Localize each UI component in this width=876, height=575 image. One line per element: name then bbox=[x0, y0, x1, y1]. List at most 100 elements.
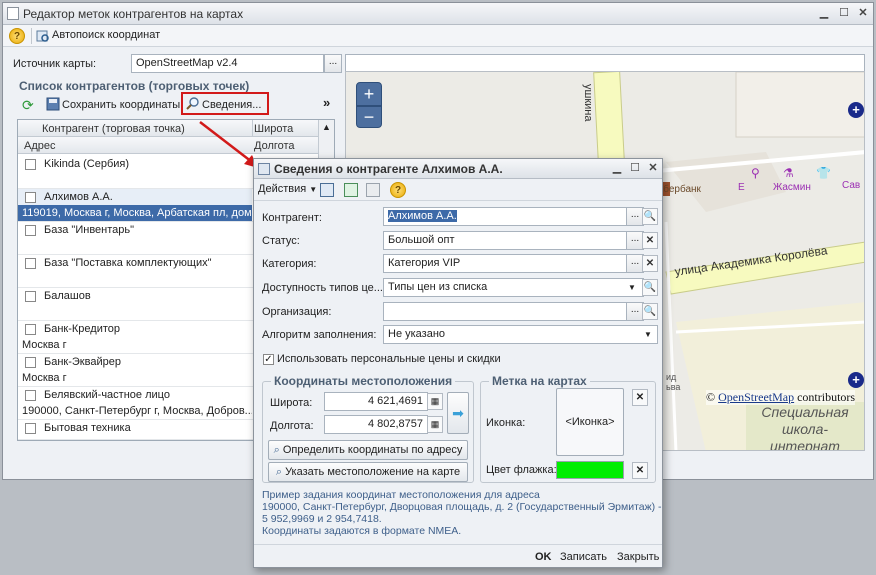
info-label[interactable]: Сведения... bbox=[202, 99, 261, 111]
zoom-in-button[interactable]: + bbox=[356, 82, 382, 106]
layer-switcher-icon[interactable]: + bbox=[848, 102, 864, 118]
coords-group-title: Координаты местоположения bbox=[271, 374, 456, 388]
kontragent-label: Контрагент: bbox=[262, 212, 322, 224]
coords-on-map-button[interactable]: ⌕ Указать местоположение на карте bbox=[268, 462, 468, 482]
icon-clear-icon[interactable]: ✕ bbox=[632, 389, 648, 406]
layer-switcher-icon-2[interactable]: + bbox=[848, 372, 864, 388]
row-checkbox[interactable] bbox=[25, 225, 36, 236]
row-address: 190000, Санкт-Петербург г, Москва, Добро… bbox=[22, 405, 252, 417]
dialog-maximize-icon[interactable]: ☐ bbox=[628, 162, 642, 175]
autosearch-label[interactable]: Автопоиск координат bbox=[52, 29, 160, 41]
status-field[interactable]: Большой опт bbox=[383, 231, 628, 250]
lon-calc-icon[interactable]: ▦ bbox=[427, 416, 443, 433]
map-side-label: ид ьва bbox=[666, 372, 681, 392]
source-field[interactable]: OpenStreetMap v2.4 bbox=[131, 54, 324, 73]
info-button[interactable] bbox=[186, 96, 200, 110]
maximize-icon[interactable]: ☐ bbox=[837, 7, 851, 20]
row-name: Белявский-частное лицо bbox=[44, 389, 170, 401]
row-checkbox[interactable] bbox=[25, 159, 36, 170]
refresh-icon[interactable]: ⟳ bbox=[22, 97, 34, 114]
perfume-icon: ⚗ bbox=[783, 166, 794, 180]
chevron-down-icon[interactable]: ▼ bbox=[644, 330, 652, 339]
dialog-help-icon[interactable]: ? bbox=[390, 182, 406, 198]
row-checkbox[interactable] bbox=[25, 258, 36, 269]
row-address: Москва г bbox=[22, 339, 67, 351]
apply-coords-button[interactable]: ➡ bbox=[447, 392, 469, 434]
flag-color-clear-icon[interactable]: ✕ bbox=[632, 462, 648, 479]
document-icon bbox=[7, 7, 19, 20]
dialog-close-icon[interactable]: ✕ bbox=[646, 162, 660, 175]
main-toolbar: ? Автопоиск координат bbox=[3, 25, 873, 47]
scroll-up-icon[interactable]: ▲ bbox=[322, 122, 331, 132]
chevron-down-icon[interactable]: ▼ bbox=[628, 283, 636, 292]
hint-line: 190000, Санкт-Петербург, Дворцовая площа… bbox=[262, 501, 662, 513]
coords-hint: Пример задания координат местоположения … bbox=[262, 489, 662, 537]
kontragent-value: Алхимов А.А. bbox=[388, 210, 457, 222]
org-open-icon[interactable]: 🔍 bbox=[642, 303, 658, 320]
lon-field[interactable]: 4 802,8757 bbox=[324, 415, 428, 434]
magnifier-icon: ⌕ bbox=[275, 466, 286, 478]
status-clear-icon[interactable]: ✕ bbox=[642, 232, 658, 249]
col-addr-header[interactable]: Адрес bbox=[24, 140, 56, 152]
price-types-select[interactable]: Типы цен из списка bbox=[383, 278, 644, 297]
attribution-suffix: contributors bbox=[797, 390, 856, 404]
icon-select-button[interactable]: <Иконка> bbox=[556, 388, 624, 456]
row-checkbox[interactable] bbox=[25, 291, 36, 302]
copy-icon[interactable] bbox=[366, 183, 380, 197]
row-checkbox[interactable] bbox=[25, 357, 36, 368]
price-types-label: Доступность типов це... bbox=[262, 282, 383, 294]
row-checkbox[interactable] bbox=[25, 423, 36, 434]
coords-by-address-button[interactable]: ⌕ Определить координаты по адресу bbox=[268, 440, 468, 460]
refresh-dialog-icon[interactable] bbox=[344, 183, 358, 197]
personal-prices-checkbox[interactable]: ✓ bbox=[263, 354, 274, 365]
dialog-title: Сведения о контрагенте Алхимов А.А. bbox=[274, 162, 503, 176]
ok-button[interactable]: OK bbox=[535, 551, 552, 563]
save-coords-button[interactable] bbox=[46, 97, 60, 111]
row-address: Москва г bbox=[22, 372, 67, 384]
hint-line: 5 952,9969 и 2 954,7418. bbox=[262, 513, 382, 525]
dialog-toolbar: Действия ▼ ? bbox=[254, 179, 662, 201]
org-field[interactable] bbox=[383, 302, 628, 321]
attribution-link[interactable]: OpenStreetMap bbox=[718, 390, 794, 404]
actions-menu[interactable]: Действия ▼ bbox=[258, 183, 317, 195]
lat-field[interactable]: 4 621,4691 bbox=[324, 392, 428, 411]
floppy-icon bbox=[46, 97, 60, 111]
row-name: Банк-Эквайрер bbox=[44, 356, 121, 368]
personal-prices-label[interactable]: Использовать персональные цены и скидки bbox=[277, 353, 501, 365]
kontragent-open-icon[interactable]: 🔍 bbox=[642, 208, 658, 225]
hint-line: Пример задания координат местоположения … bbox=[262, 489, 540, 501]
magnifier-icon bbox=[186, 97, 199, 110]
post-icon[interactable] bbox=[320, 183, 334, 197]
row-checkbox[interactable] bbox=[25, 324, 36, 335]
row-checkbox[interactable] bbox=[25, 192, 36, 203]
source-label: Источник карты: bbox=[13, 58, 97, 70]
flag-color-swatch[interactable] bbox=[556, 461, 624, 479]
dialog-minimize-icon[interactable]: ▁ bbox=[610, 162, 624, 175]
zoom-out-button[interactable]: − bbox=[356, 106, 382, 128]
save-coords-label[interactable]: Сохранить координаты bbox=[62, 99, 180, 111]
close-icon[interactable]: ✕ bbox=[856, 7, 870, 20]
save-button[interactable]: Записать bbox=[560, 551, 607, 563]
row-checkbox[interactable] bbox=[25, 390, 36, 401]
poi-sav: Сав bbox=[842, 180, 861, 191]
poi-e: Е bbox=[738, 182, 745, 193]
algo-select[interactable]: Не указано bbox=[383, 325, 658, 344]
minimize-icon[interactable]: ▁ bbox=[817, 7, 831, 20]
window-titlebar: Редактор меток контрагентов на картах ▁ … bbox=[3, 3, 873, 25]
kontragent-field[interactable]: Алхимов А.А. bbox=[383, 207, 628, 226]
row-address: 119019, Москва г, Москва, Арбатская пл, … bbox=[22, 207, 252, 219]
dialog-icon bbox=[258, 163, 270, 175]
row-name: Kikinda (Сербия) bbox=[44, 158, 130, 170]
col-name-header[interactable]: Контрагент (торговая точка) bbox=[42, 123, 185, 135]
more-actions-icon[interactable]: » bbox=[323, 95, 330, 110]
copyright-sign: © bbox=[706, 390, 716, 404]
category-field[interactable]: Категория VIP bbox=[383, 254, 628, 273]
price-types-open-icon[interactable]: 🔍 bbox=[642, 279, 658, 296]
lon-label: Долгота: bbox=[270, 420, 314, 432]
help-icon[interactable]: ? bbox=[9, 28, 25, 44]
autosearch-button[interactable] bbox=[36, 29, 50, 43]
source-select-button[interactable]: ... bbox=[324, 54, 342, 73]
lat-calc-icon[interactable]: ▦ bbox=[427, 393, 443, 410]
category-clear-icon[interactable]: ✕ bbox=[642, 255, 658, 272]
close-button[interactable]: Закрыть bbox=[617, 551, 659, 563]
